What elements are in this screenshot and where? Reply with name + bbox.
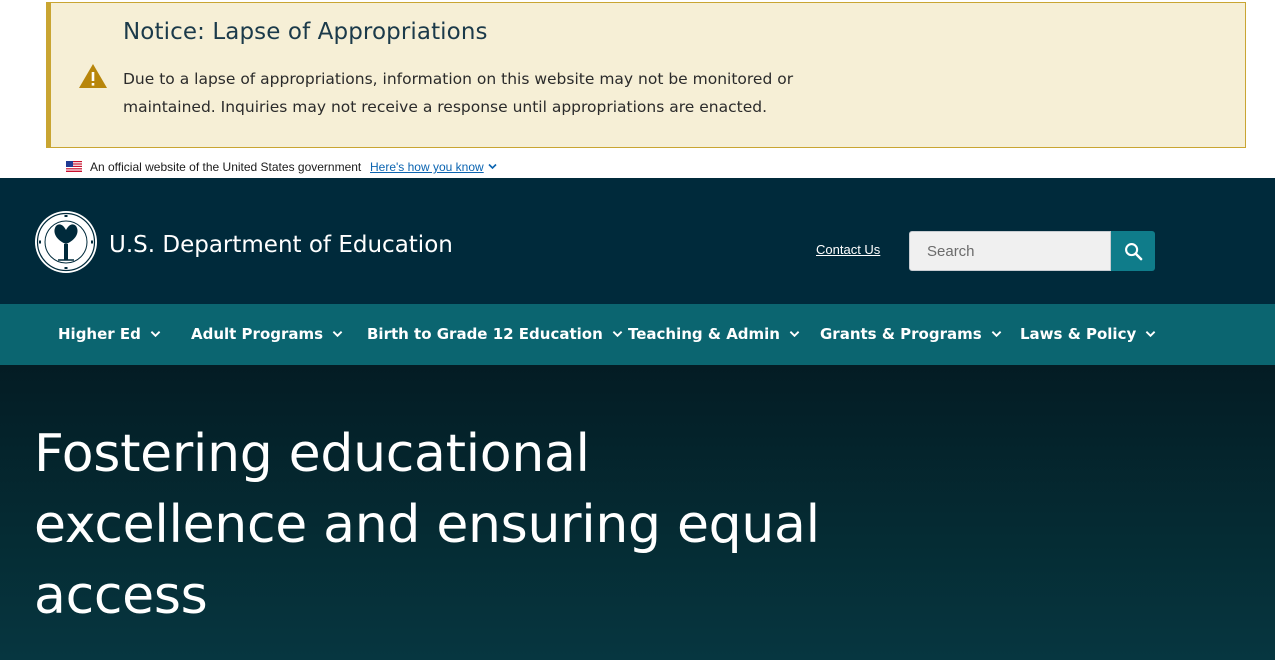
official-gov-banner: An official website of the United States… (0, 154, 1275, 178)
nav-item-label: Laws & Policy (1020, 325, 1137, 343)
search-icon (1125, 243, 1143, 261)
gov-banner-text: An official website of the United States… (90, 160, 362, 174)
us-flag-icon (66, 161, 82, 172)
hero-heading: Fostering educational excellence and ens… (34, 424, 820, 626)
lapse-notice-banner: Notice: Lapse of Appropriations Due to a… (46, 2, 1246, 148)
chevron-down-icon[interactable] (488, 163, 497, 170)
site-title[interactable]: U.S. Department of Education (109, 232, 453, 258)
main-navigation: Higher Ed Adult Programs Birth to Grade … (0, 304, 1275, 365)
nav-item-label: Teaching & Admin (628, 325, 780, 343)
warning-icon (79, 64, 107, 88)
nav-item-grants-programs[interactable]: Grants & Programs (820, 325, 1002, 343)
heres-how-you-know-link[interactable]: Here's how you know (370, 160, 484, 174)
chevron-down-icon (612, 331, 623, 338)
chevron-down-icon (150, 331, 161, 338)
department-seal-icon[interactable] (34, 210, 98, 274)
nav-item-label: Higher Ed (58, 325, 141, 343)
site-header: U.S. Department of Education Contact Us (0, 178, 1275, 304)
notice-title: Notice: Lapse of Appropriations (123, 19, 488, 45)
chevron-down-icon (789, 331, 800, 338)
nav-item-label: Adult Programs (191, 325, 324, 343)
nav-item-teaching-admin[interactable]: Teaching & Admin (628, 325, 800, 343)
nav-item-adult-programs[interactable]: Adult Programs (191, 325, 343, 343)
nav-item-laws-policy[interactable]: Laws & Policy (1020, 325, 1156, 343)
chevron-down-icon (1145, 331, 1156, 338)
chevron-down-icon (991, 331, 1001, 338)
contact-us-link[interactable]: Contact Us (816, 242, 880, 257)
nav-item-label: Birth to Grade 12 Education (367, 325, 603, 343)
nav-item-label: Grants & Programs (820, 325, 982, 343)
hero-section: Fostering educational excellence and ens… (0, 365, 1275, 660)
nav-item-higher-ed[interactable]: Higher Ed (58, 325, 161, 343)
search-input[interactable] (909, 231, 1111, 271)
notice-body: Due to a lapse of appropriations, inform… (123, 70, 794, 116)
search-button[interactable] (1111, 231, 1155, 271)
nav-item-birth-to-grade-12[interactable]: Birth to Grade 12 Education (367, 325, 623, 343)
chevron-down-icon (332, 331, 343, 338)
